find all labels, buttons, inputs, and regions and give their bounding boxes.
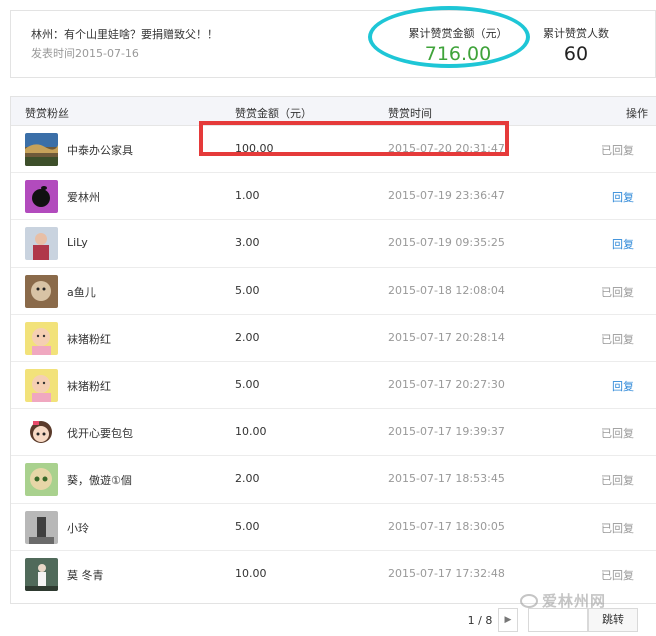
avatar[interactable] xyxy=(25,463,58,497)
reward-amount: 10.00 xyxy=(235,425,267,439)
next-page-button[interactable]: ▶ xyxy=(498,608,518,632)
table-row: 袜猪粉红 5.00 2015-07-17 20:27:30 回复 xyxy=(11,362,656,410)
replied-status: 已回复 xyxy=(601,144,634,157)
wechat-icon xyxy=(520,594,538,608)
fan-name[interactable]: 袜猪粉红 xyxy=(67,331,111,347)
reward-time: 2015-07-17 19:39:37 xyxy=(388,425,505,439)
table-row: 葵，傲遊①個 2.00 2015-07-17 18:53:45 已回复 xyxy=(11,456,656,504)
reply-button[interactable]: 回复 xyxy=(612,236,634,252)
reward-amount: 2.00 xyxy=(235,330,260,344)
publish-time: 发表时间2015-07-16 xyxy=(31,47,139,60)
reward-time: 2015-07-17 20:27:30 xyxy=(388,377,505,391)
page-indicator: 1 / 8 xyxy=(467,614,493,627)
header-time: 赞赏时间 xyxy=(388,107,432,120)
total-count-label: 累计赞赏人数 xyxy=(543,27,609,40)
avatar[interactable] xyxy=(25,416,58,450)
avatar[interactable] xyxy=(25,557,58,591)
fan-name[interactable]: 小玲 xyxy=(67,520,89,536)
reward-time: 2015-07-19 09:35:25 xyxy=(388,236,505,250)
table-row: 伐开心要包包 10.00 2015-07-17 19:39:37 已回复 xyxy=(11,409,656,457)
header-fan: 赞赏粉丝 xyxy=(25,107,69,120)
fan-name[interactable]: LiLy xyxy=(67,236,88,249)
table-row: 袜猪粉红 2.00 2015-07-17 20:28:14 已回复 xyxy=(11,315,656,362)
reward-amount: 5.00 xyxy=(235,377,260,391)
reward-table: 赞赏粉丝 赞赏金额（元） 赞赏时间 操作 中泰办公家具 100.00 2015-07… xyxy=(10,96,656,604)
annotation-rectangle xyxy=(199,121,509,156)
reward-time: 2015-07-19 23:36:47 xyxy=(388,189,505,203)
header-amount: 赞赏金额（元） xyxy=(235,107,312,120)
table-row: 爱林州 1.00 2015-07-19 23:36:47 回复 xyxy=(11,173,656,221)
reward-time: 2015-07-18 12:08:04 xyxy=(388,283,505,297)
reward-time: 2015-07-17 18:30:05 xyxy=(388,519,505,533)
reply-button[interactable]: 回复 xyxy=(612,189,634,205)
reward-time: 2015-07-17 20:28:14 xyxy=(388,330,505,344)
watermark-text: 爱林州网 xyxy=(542,592,607,610)
reward-amount: 10.00 xyxy=(235,566,267,580)
table-row: LiLy 3.00 2015-07-19 09:35:25 回复 xyxy=(11,220,656,268)
table-row: 小玲 5.00 2015-07-17 18:30:05 已回复 xyxy=(11,504,656,551)
reward-amount: 1.00 xyxy=(235,189,260,203)
fan-name[interactable]: 爱林州 xyxy=(67,189,100,205)
avatar[interactable] xyxy=(25,510,58,544)
reply-button[interactable]: 回复 xyxy=(612,378,634,394)
avatar[interactable] xyxy=(25,227,58,261)
fan-name[interactable]: 葵，傲遊①個 xyxy=(67,472,132,488)
fan-name[interactable]: a鱼儿 xyxy=(67,284,96,300)
fan-name[interactable]: 中泰办公家具 xyxy=(67,142,133,158)
annotation-ellipse xyxy=(368,6,530,68)
avatar[interactable] xyxy=(25,180,58,214)
reward-time: 2015-07-17 17:32:48 xyxy=(388,566,505,580)
avatar[interactable] xyxy=(25,321,58,355)
article-title[interactable]: 林州：有个山里娃啥？要捐赠致父！！ xyxy=(31,26,218,42)
fan-name[interactable]: 莫 冬青 xyxy=(67,567,104,583)
total-count-stat: 累计赞赏人数 60 xyxy=(531,25,621,65)
reward-summary: 林州：有个山里娃啥？要捐赠致父！！ 发表时间2015-07-16 累计赞赏金额（… xyxy=(10,10,656,78)
header-operation: 操作 xyxy=(626,107,648,120)
replied-status: 已回复 xyxy=(601,474,634,488)
reward-time: 2015-07-17 18:53:45 xyxy=(388,472,505,486)
replied-status: 已回复 xyxy=(601,521,634,535)
replied-status: 已回复 xyxy=(601,285,634,299)
reward-amount: 3.00 xyxy=(235,236,260,250)
watermark: 爱林州网 xyxy=(520,590,650,612)
reward-amount: 2.00 xyxy=(235,472,260,486)
replied-status: 已回复 xyxy=(601,332,634,346)
replied-status: 已回复 xyxy=(601,568,634,582)
reward-amount: 5.00 xyxy=(235,519,260,533)
table-body: 中泰办公家具 100.00 2015-07-20 20:31:47 已回复 爱林州 1.0… xyxy=(11,126,656,598)
triangle-right-icon: ▶ xyxy=(504,615,512,625)
avatar[interactable] xyxy=(25,274,58,308)
fan-name[interactable]: 袜猪粉红 xyxy=(67,378,111,394)
replied-status: 已回复 xyxy=(601,427,634,441)
reward-amount: 5.00 xyxy=(235,283,260,297)
fan-name[interactable]: 伐开心要包包 xyxy=(67,425,133,441)
table-row: a鱼儿 5.00 2015-07-18 12:08:04 已回复 xyxy=(11,268,656,315)
avatar[interactable] xyxy=(25,368,58,402)
avatar[interactable] xyxy=(25,133,58,166)
total-count-value: 60 xyxy=(563,43,589,65)
